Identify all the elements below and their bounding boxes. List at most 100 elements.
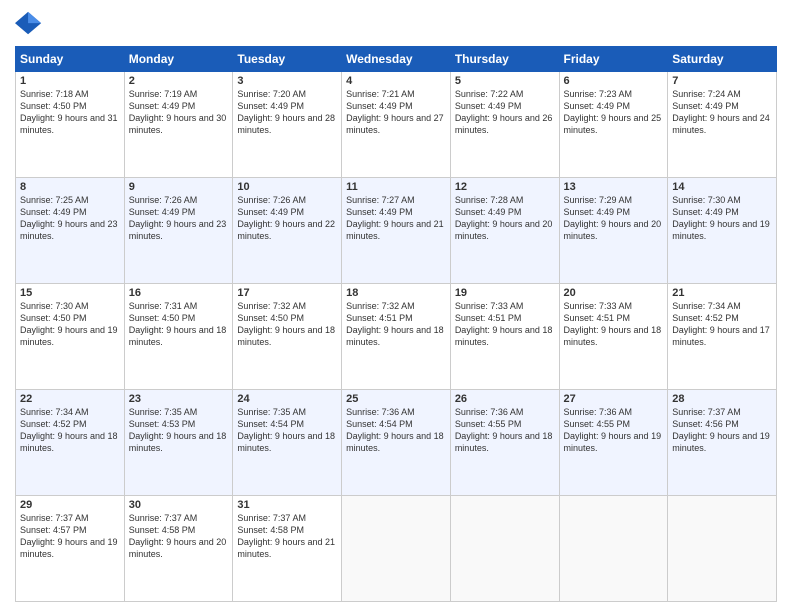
day-number: 19 xyxy=(455,287,555,299)
day-number: 17 xyxy=(237,287,337,299)
calendar-cell: 18 Sunrise: 7:32 AM Sunset: 4:51 PM Dayl… xyxy=(342,284,451,390)
header xyxy=(15,10,777,38)
logo xyxy=(15,10,47,38)
day-number: 8 xyxy=(20,181,120,193)
calendar-cell: 14 Sunrise: 7:30 AM Sunset: 4:49 PM Dayl… xyxy=(668,178,777,284)
calendar-cell: 26 Sunrise: 7:36 AM Sunset: 4:55 PM Dayl… xyxy=(450,390,559,496)
cell-content: Sunrise: 7:33 AM Sunset: 4:51 PM Dayligh… xyxy=(455,300,555,349)
cell-content: Sunrise: 7:26 AM Sunset: 4:49 PM Dayligh… xyxy=(237,194,337,243)
calendar-table: SundayMondayTuesdayWednesdayThursdayFrid… xyxy=(15,46,777,602)
cell-content: Sunrise: 7:33 AM Sunset: 4:51 PM Dayligh… xyxy=(564,300,664,349)
day-number: 10 xyxy=(237,181,337,193)
cell-content: Sunrise: 7:34 AM Sunset: 4:52 PM Dayligh… xyxy=(672,300,772,349)
cell-content: Sunrise: 7:21 AM Sunset: 4:49 PM Dayligh… xyxy=(346,88,446,137)
cell-content: Sunrise: 7:35 AM Sunset: 4:53 PM Dayligh… xyxy=(129,406,229,455)
cell-content: Sunrise: 7:37 AM Sunset: 4:57 PM Dayligh… xyxy=(20,512,120,561)
calendar-header: SundayMondayTuesdayWednesdayThursdayFrid… xyxy=(16,47,777,72)
calendar-cell xyxy=(668,496,777,602)
day-number: 5 xyxy=(455,75,555,87)
calendar-cell: 3 Sunrise: 7:20 AM Sunset: 4:49 PM Dayli… xyxy=(233,72,342,178)
weekday-header: Tuesday xyxy=(233,47,342,72)
calendar-cell xyxy=(450,496,559,602)
cell-content: Sunrise: 7:24 AM Sunset: 4:49 PM Dayligh… xyxy=(672,88,772,137)
cell-content: Sunrise: 7:32 AM Sunset: 4:50 PM Dayligh… xyxy=(237,300,337,349)
day-number: 11 xyxy=(346,181,446,193)
calendar-cell: 8 Sunrise: 7:25 AM Sunset: 4:49 PM Dayli… xyxy=(16,178,125,284)
cell-content: Sunrise: 7:27 AM Sunset: 4:49 PM Dayligh… xyxy=(346,194,446,243)
weekday-header: Wednesday xyxy=(342,47,451,72)
day-number: 23 xyxy=(129,393,229,405)
calendar-week-row: 29 Sunrise: 7:37 AM Sunset: 4:57 PM Dayl… xyxy=(16,496,777,602)
calendar-cell: 20 Sunrise: 7:33 AM Sunset: 4:51 PM Dayl… xyxy=(559,284,668,390)
calendar-cell: 9 Sunrise: 7:26 AM Sunset: 4:49 PM Dayli… xyxy=(124,178,233,284)
day-number: 18 xyxy=(346,287,446,299)
calendar-cell: 16 Sunrise: 7:31 AM Sunset: 4:50 PM Dayl… xyxy=(124,284,233,390)
day-number: 21 xyxy=(672,287,772,299)
cell-content: Sunrise: 7:20 AM Sunset: 4:49 PM Dayligh… xyxy=(237,88,337,137)
cell-content: Sunrise: 7:22 AM Sunset: 4:49 PM Dayligh… xyxy=(455,88,555,137)
cell-content: Sunrise: 7:37 AM Sunset: 4:56 PM Dayligh… xyxy=(672,406,772,455)
day-number: 29 xyxy=(20,499,120,511)
day-number: 26 xyxy=(455,393,555,405)
cell-content: Sunrise: 7:34 AM Sunset: 4:52 PM Dayligh… xyxy=(20,406,120,455)
weekday-header: Saturday xyxy=(668,47,777,72)
calendar-cell: 21 Sunrise: 7:34 AM Sunset: 4:52 PM Dayl… xyxy=(668,284,777,390)
calendar-cell xyxy=(559,496,668,602)
calendar-cell: 2 Sunrise: 7:19 AM Sunset: 4:49 PM Dayli… xyxy=(124,72,233,178)
calendar-cell: 25 Sunrise: 7:36 AM Sunset: 4:54 PM Dayl… xyxy=(342,390,451,496)
day-number: 25 xyxy=(346,393,446,405)
calendar-cell: 27 Sunrise: 7:36 AM Sunset: 4:55 PM Dayl… xyxy=(559,390,668,496)
cell-content: Sunrise: 7:18 AM Sunset: 4:50 PM Dayligh… xyxy=(20,88,120,137)
day-number: 7 xyxy=(672,75,772,87)
calendar-cell: 7 Sunrise: 7:24 AM Sunset: 4:49 PM Dayli… xyxy=(668,72,777,178)
day-number: 6 xyxy=(564,75,664,87)
cell-content: Sunrise: 7:19 AM Sunset: 4:49 PM Dayligh… xyxy=(129,88,229,137)
weekday-header: Sunday xyxy=(16,47,125,72)
day-number: 27 xyxy=(564,393,664,405)
calendar-cell: 28 Sunrise: 7:37 AM Sunset: 4:56 PM Dayl… xyxy=(668,390,777,496)
calendar-cell: 30 Sunrise: 7:37 AM Sunset: 4:58 PM Dayl… xyxy=(124,496,233,602)
weekday-header: Monday xyxy=(124,47,233,72)
cell-content: Sunrise: 7:35 AM Sunset: 4:54 PM Dayligh… xyxy=(237,406,337,455)
cell-content: Sunrise: 7:36 AM Sunset: 4:54 PM Dayligh… xyxy=(346,406,446,455)
calendar-cell: 17 Sunrise: 7:32 AM Sunset: 4:50 PM Dayl… xyxy=(233,284,342,390)
day-number: 31 xyxy=(237,499,337,511)
calendar-week-row: 8 Sunrise: 7:25 AM Sunset: 4:49 PM Dayli… xyxy=(16,178,777,284)
weekday-header: Thursday xyxy=(450,47,559,72)
day-number: 16 xyxy=(129,287,229,299)
cell-content: Sunrise: 7:28 AM Sunset: 4:49 PM Dayligh… xyxy=(455,194,555,243)
cell-content: Sunrise: 7:31 AM Sunset: 4:50 PM Dayligh… xyxy=(129,300,229,349)
day-number: 20 xyxy=(564,287,664,299)
calendar-week-row: 1 Sunrise: 7:18 AM Sunset: 4:50 PM Dayli… xyxy=(16,72,777,178)
cell-content: Sunrise: 7:36 AM Sunset: 4:55 PM Dayligh… xyxy=(564,406,664,455)
calendar-cell: 10 Sunrise: 7:26 AM Sunset: 4:49 PM Dayl… xyxy=(233,178,342,284)
calendar-cell: 22 Sunrise: 7:34 AM Sunset: 4:52 PM Dayl… xyxy=(16,390,125,496)
calendar-cell: 11 Sunrise: 7:27 AM Sunset: 4:49 PM Dayl… xyxy=(342,178,451,284)
cell-content: Sunrise: 7:30 AM Sunset: 4:49 PM Dayligh… xyxy=(672,194,772,243)
calendar-cell: 6 Sunrise: 7:23 AM Sunset: 4:49 PM Dayli… xyxy=(559,72,668,178)
day-number: 30 xyxy=(129,499,229,511)
cell-content: Sunrise: 7:36 AM Sunset: 4:55 PM Dayligh… xyxy=(455,406,555,455)
calendar-cell: 4 Sunrise: 7:21 AM Sunset: 4:49 PM Dayli… xyxy=(342,72,451,178)
cell-content: Sunrise: 7:23 AM Sunset: 4:49 PM Dayligh… xyxy=(564,88,664,137)
calendar-cell: 15 Sunrise: 7:30 AM Sunset: 4:50 PM Dayl… xyxy=(16,284,125,390)
calendar-cell xyxy=(342,496,451,602)
day-number: 28 xyxy=(672,393,772,405)
calendar-cell: 29 Sunrise: 7:37 AM Sunset: 4:57 PM Dayl… xyxy=(16,496,125,602)
logo-icon xyxy=(15,10,43,38)
day-number: 3 xyxy=(237,75,337,87)
calendar-page: SundayMondayTuesdayWednesdayThursdayFrid… xyxy=(0,0,792,612)
cell-content: Sunrise: 7:37 AM Sunset: 4:58 PM Dayligh… xyxy=(237,512,337,561)
calendar-cell: 13 Sunrise: 7:29 AM Sunset: 4:49 PM Dayl… xyxy=(559,178,668,284)
cell-content: Sunrise: 7:30 AM Sunset: 4:50 PM Dayligh… xyxy=(20,300,120,349)
cell-content: Sunrise: 7:26 AM Sunset: 4:49 PM Dayligh… xyxy=(129,194,229,243)
calendar-cell: 31 Sunrise: 7:37 AM Sunset: 4:58 PM Dayl… xyxy=(233,496,342,602)
day-number: 15 xyxy=(20,287,120,299)
weekday-header: Friday xyxy=(559,47,668,72)
day-number: 2 xyxy=(129,75,229,87)
cell-content: Sunrise: 7:29 AM Sunset: 4:49 PM Dayligh… xyxy=(564,194,664,243)
calendar-cell: 5 Sunrise: 7:22 AM Sunset: 4:49 PM Dayli… xyxy=(450,72,559,178)
day-number: 13 xyxy=(564,181,664,193)
calendar-cell: 24 Sunrise: 7:35 AM Sunset: 4:54 PM Dayl… xyxy=(233,390,342,496)
day-number: 24 xyxy=(237,393,337,405)
